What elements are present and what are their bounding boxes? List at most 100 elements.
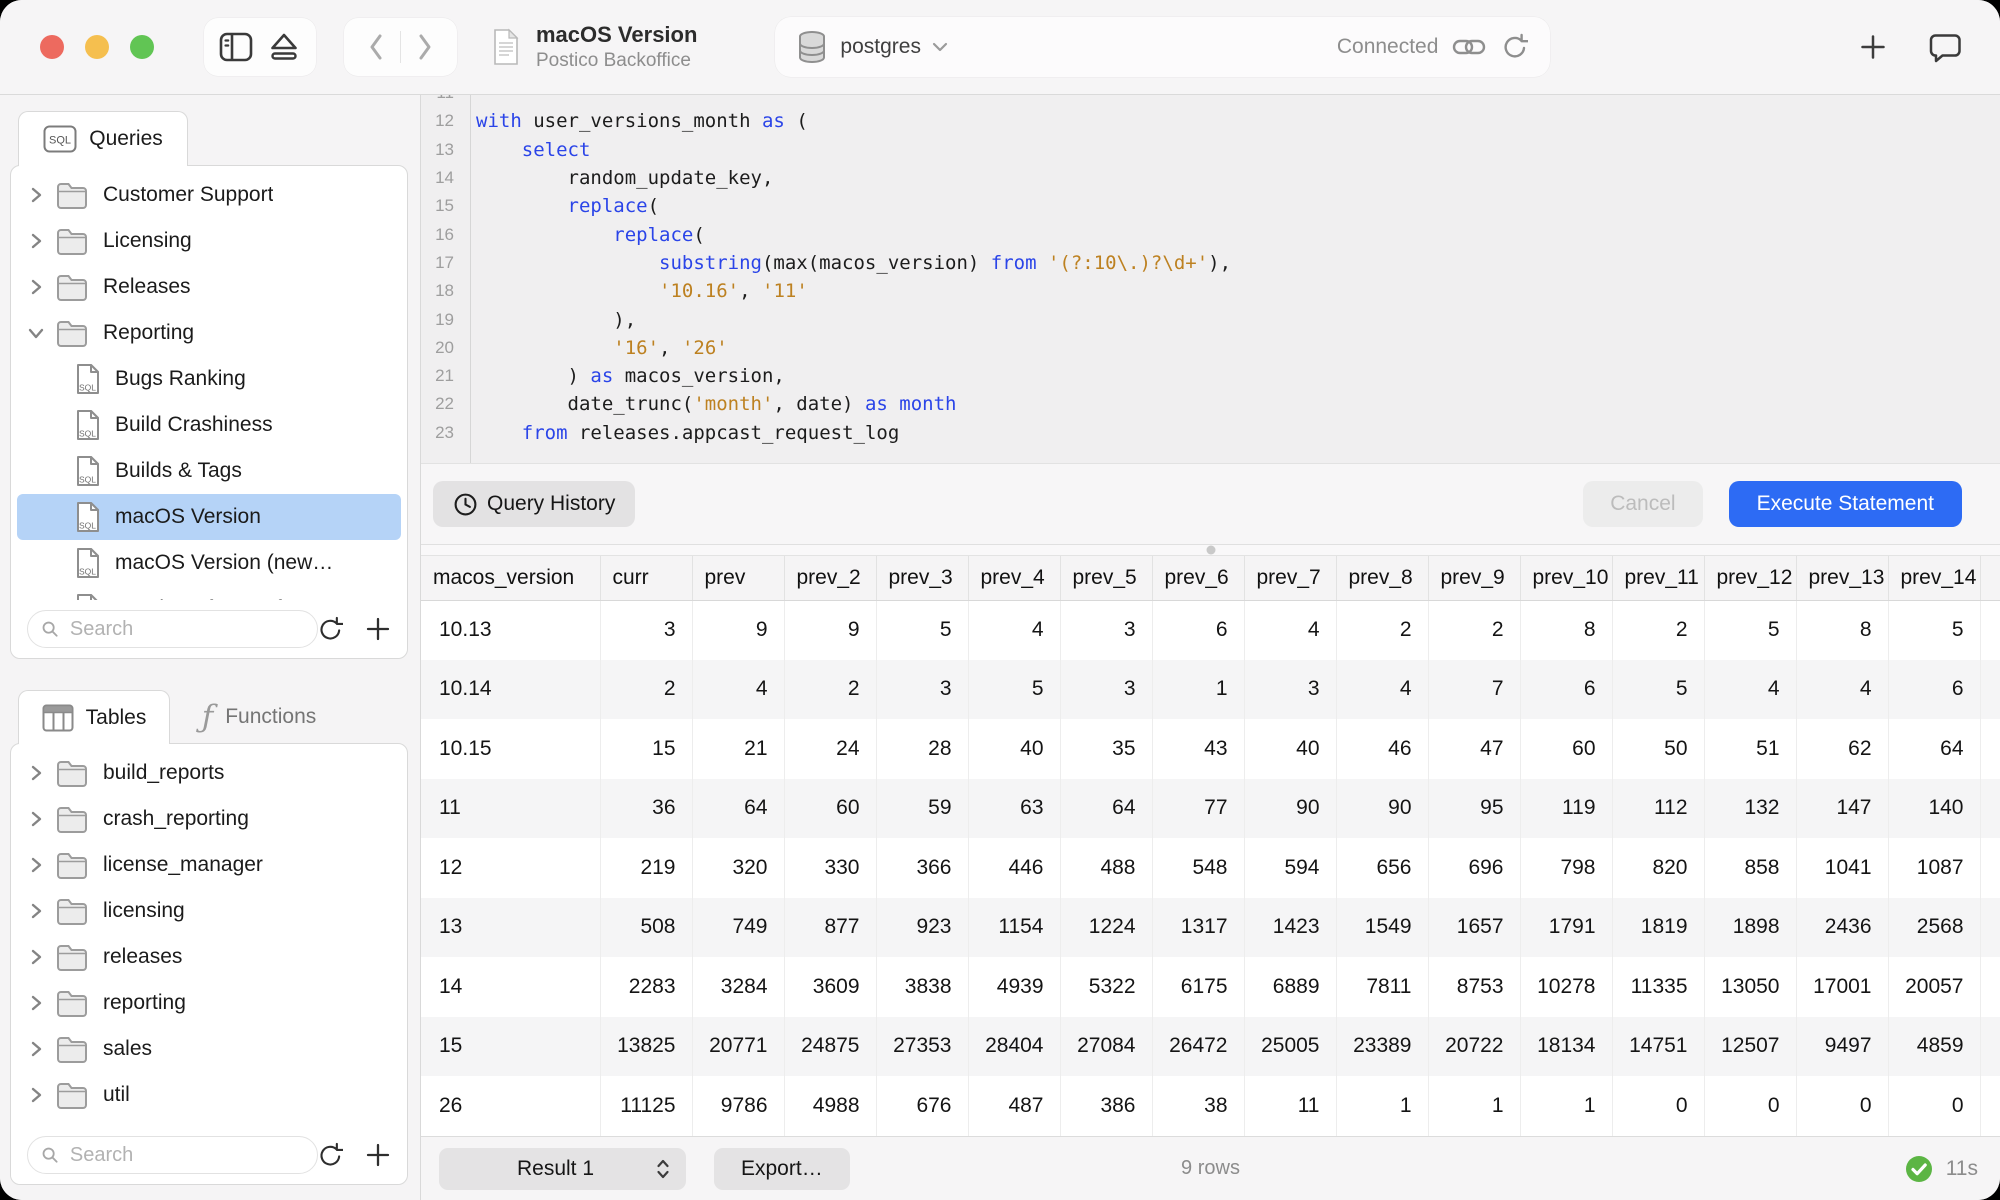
cell-prev-12[interactable]: 4 <box>1704 660 1796 720</box>
cell-prev-6[interactable]: 26472 <box>1152 1017 1244 1077</box>
tree-folder-build-reports[interactable]: build_reports <box>17 750 401 796</box>
cell-prev-7[interactable]: 4 <box>1244 600 1336 660</box>
cell-prev-6[interactable]: 1 <box>1152 660 1244 720</box>
database-selector[interactable]: postgres <box>840 35 921 59</box>
cell-curr[interactable]: 13825 <box>600 1017 692 1077</box>
chevron-right-icon[interactable] <box>25 810 47 828</box>
tree-query-build-crashiness[interactable]: SQLBuild Crashiness <box>17 402 401 448</box>
cell-prev-8[interactable]: 7811 <box>1336 957 1428 1017</box>
cell-prev-3[interactable]: 27353 <box>876 1017 968 1077</box>
cell-prev-3[interactable]: 3838 <box>876 957 968 1017</box>
column-header-prev-12[interactable]: prev_12 <box>1704 556 1796 600</box>
cell-prev[interactable]: 20771 <box>692 1017 784 1077</box>
new-item-button[interactable] <box>1859 33 1887 61</box>
tree-query-number-of-users-for[interactable]: SQLNumber of users for… <box>17 586 401 600</box>
cell-prev[interactable]: 3284 <box>692 957 784 1017</box>
forward-button[interactable] <box>401 23 449 71</box>
column-header-prev-5[interactable]: prev_5 <box>1060 556 1152 600</box>
tab-functions[interactable]: ƒ Functions <box>170 690 348 744</box>
tree-query-builds-tags[interactable]: SQLBuilds & Tags <box>17 448 401 494</box>
cell-prev-7[interactable]: 11 <box>1244 1076 1336 1136</box>
cell-curr[interactable]: 36 <box>600 779 692 839</box>
cell-prev-9[interactable]: 8753 <box>1428 957 1520 1017</box>
cell-prev-14[interactable]: 2568 <box>1888 898 1980 958</box>
chevron-right-icon[interactable] <box>25 186 47 204</box>
cell-prev-14[interactable]: 4859 <box>1888 1017 1980 1077</box>
cell-prev-3[interactable]: 28 <box>876 719 968 779</box>
cell-prev-4[interactable]: 1154 <box>968 898 1060 958</box>
cell-prev-5[interactable]: 3 <box>1060 660 1152 720</box>
cell-prev-9[interactable]: 47 <box>1428 719 1520 779</box>
cell-prev-3[interactable]: 5 <box>876 600 968 660</box>
cell-prev-6[interactable]: 1317 <box>1152 898 1244 958</box>
cell-prev-8[interactable]: 1 <box>1336 1076 1428 1136</box>
cell-prev-7[interactable]: 1423 <box>1244 898 1336 958</box>
column-header-prev-14[interactable]: prev_14 <box>1888 556 1980 600</box>
cell-prev-13[interactable]: 2436 <box>1796 898 1888 958</box>
cell-prev-11[interactable]: 11335 <box>1612 957 1704 1017</box>
cancel-button[interactable]: Cancel <box>1583 481 1702 527</box>
cell-curr[interactable]: 508 <box>600 898 692 958</box>
feedback-button[interactable] <box>1929 32 1962 63</box>
cell-prev-9[interactable]: 1657 <box>1428 898 1520 958</box>
tree-query-macos-version[interactable]: SQLmacOS Version <box>17 494 401 540</box>
tree-folder-reporting[interactable]: reporting <box>17 980 401 1026</box>
tree-folder-customer-support[interactable]: Customer Support <box>17 172 401 218</box>
chevron-right-icon[interactable] <box>25 764 47 782</box>
column-header-prev-6[interactable]: prev_6 <box>1152 556 1244 600</box>
cell-prev-10[interactable]: 1791 <box>1520 898 1612 958</box>
cell-prev-13[interactable]: 147 <box>1796 779 1888 839</box>
cell-prev-13[interactable]: 9497 <box>1796 1017 1888 1077</box>
cell-prev-14[interactable]: 5 <box>1888 600 1980 660</box>
cell-macos-version[interactable]: 10.14 <box>421 660 600 720</box>
cell-prev-13[interactable]: 8 <box>1796 600 1888 660</box>
cell-prev-4[interactable]: 40 <box>968 719 1060 779</box>
cell-prev[interactable]: 4 <box>692 660 784 720</box>
query-history-button[interactable]: Query History <box>433 481 635 527</box>
cell-prev-9[interactable]: 1 <box>1428 1076 1520 1136</box>
cell-macos-version[interactable]: 26 <box>421 1076 600 1136</box>
chevron-right-icon[interactable] <box>25 948 47 966</box>
database-selector-chevron[interactable] <box>932 41 948 53</box>
cell-prev-6[interactable]: 77 <box>1152 779 1244 839</box>
chevron-right-icon[interactable] <box>25 278 47 296</box>
cell-prev-12[interactable]: 13050 <box>1704 957 1796 1017</box>
tables-search-input[interactable] <box>68 1143 304 1168</box>
chevron-right-icon[interactable] <box>25 1040 47 1058</box>
cell-prev-4[interactable]: 487 <box>968 1076 1060 1136</box>
cell-prev[interactable]: 9786 <box>692 1076 784 1136</box>
cell-prev-5[interactable]: 35 <box>1060 719 1152 779</box>
cell-prev-13[interactable]: 62 <box>1796 719 1888 779</box>
cell-macos-version[interactable]: 14 <box>421 957 600 1017</box>
cell-prev-12[interactable]: 858 <box>1704 838 1796 898</box>
column-header-curr[interactable]: curr <box>600 556 692 600</box>
chevron-right-icon[interactable] <box>25 994 47 1012</box>
tree-folder-sales[interactable]: sales <box>17 1026 401 1072</box>
cell-prev-13[interactable]: 1041 <box>1796 838 1888 898</box>
tree-folder-license-manager[interactable]: license_manager <box>17 842 401 888</box>
cell-prev-13[interactable]: 0 <box>1796 1076 1888 1136</box>
cell-prev-2[interactable]: 877 <box>784 898 876 958</box>
cell-curr[interactable]: 219 <box>600 838 692 898</box>
cell-prev-5[interactable]: 386 <box>1060 1076 1152 1136</box>
cell-prev-13[interactable]: 17001 <box>1796 957 1888 1017</box>
cell-prev-5[interactable]: 1224 <box>1060 898 1152 958</box>
cell-prev[interactable]: 21 <box>692 719 784 779</box>
cell-prev-3[interactable]: 676 <box>876 1076 968 1136</box>
column-header-prev-4[interactable]: prev_4 <box>968 556 1060 600</box>
cell-prev-4[interactable]: 4939 <box>968 957 1060 1017</box>
cell-prev-6[interactable]: 43 <box>1152 719 1244 779</box>
cell-prev-11[interactable]: 112 <box>1612 779 1704 839</box>
cell-prev-8[interactable]: 2 <box>1336 600 1428 660</box>
queries-search-input[interactable] <box>68 617 304 642</box>
cell-prev-5[interactable]: 488 <box>1060 838 1152 898</box>
tree-folder-reporting[interactable]: Reporting <box>17 310 401 356</box>
tree-folder-crash-reporting[interactable]: crash_reporting <box>17 796 401 842</box>
column-header-prev-10[interactable]: prev_10 <box>1520 556 1612 600</box>
cell-macos-version[interactable]: 15 <box>421 1017 600 1077</box>
cell-prev-12[interactable]: 5 <box>1704 600 1796 660</box>
cell-prev-6[interactable]: 6 <box>1152 600 1244 660</box>
cell-prev-4[interactable]: 28404 <box>968 1017 1060 1077</box>
cell-prev-8[interactable]: 1549 <box>1336 898 1428 958</box>
disconnect-button[interactable] <box>260 23 308 71</box>
